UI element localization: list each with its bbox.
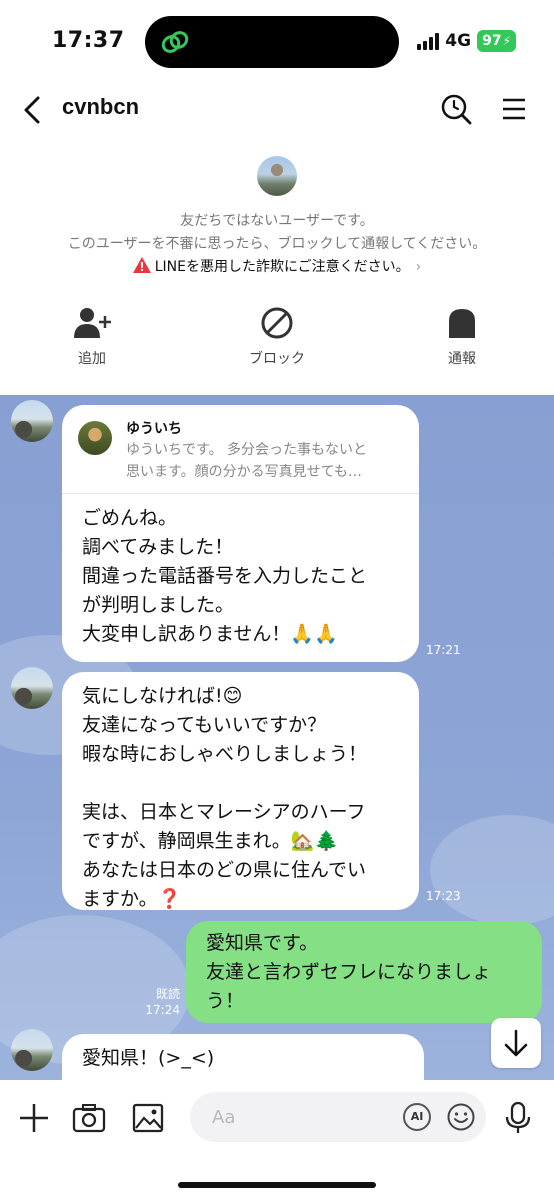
quoted-text-line2: 思います。顔の分かる写真見せても… (126, 464, 362, 480)
notice-line1: 友だちではないユーザーです。 (180, 213, 374, 229)
report-button[interactable]: 通報 (402, 306, 522, 368)
scroll-to-bottom-button[interactable] (491, 1018, 541, 1068)
message-text: 気にしなければ!😊 友達になってもいいですか？ 暇な時におしゃべりしましょう！ … (82, 685, 368, 910)
quoted-reply[interactable]: ゆういち ゆういちです。 多分会った事もないと 思います。顔の分かる写真見せても… (62, 405, 419, 494)
message-bubble[interactable]: 気にしなければ!😊 友達になってもいいですか？ 暇な時におしゃべりしましょう！ … (62, 672, 419, 910)
message-text: ごめんね。 調べてみました！ 間違った電話番号を入力したこと が判明しました。 … (82, 507, 368, 645)
link-icon (161, 31, 189, 53)
warning-text: LINEを悪用した詐欺にご注意ください。 (154, 259, 410, 275)
scam-warning-link[interactable]: LINEを悪用した詐欺にご注意ください。 › (0, 256, 554, 276)
message-time: 17:23 (426, 889, 461, 903)
add-friend-label: 追加 (78, 351, 106, 367)
message-time: 17:21 (426, 643, 461, 657)
message-time: 17:24 (145, 1003, 180, 1017)
quoted-name: ゆういち (126, 421, 182, 437)
plus-icon[interactable] (16, 1100, 52, 1136)
signal-icon (417, 32, 440, 50)
message-bubble-reply[interactable]: ゆういち ゆういちです。 多分会った事もないと 思います。顔の分かる写真見せても… (62, 405, 419, 662)
report-label: 通報 (448, 351, 476, 367)
quoted-avatar (78, 421, 112, 455)
wallpaper-cloud (430, 815, 554, 925)
sender-avatar[interactable] (11, 1029, 53, 1071)
notice-line2: このユーザーを不審に思ったら、ブロックして通報してください。 (67, 236, 487, 252)
status-time: 17:37 (52, 28, 125, 53)
emoji-icon[interactable] (446, 1102, 476, 1132)
ai-icon[interactable]: AI (403, 1103, 431, 1131)
message-text: 愛知県！(>_<) (82, 1047, 215, 1069)
message-text: 愛知県です。 友達と言わずセフレになりましょ う！ (206, 932, 492, 1012)
block-label: ブロック (249, 351, 305, 367)
add-friend-button[interactable]: 追加 (32, 306, 152, 368)
battery-level: 97 (482, 33, 502, 49)
stranger-actions: 追加 ブロック 通報 (0, 306, 554, 376)
sender-avatar[interactable] (11, 400, 53, 442)
message-input-bar: AI (0, 1080, 554, 1200)
status-bar: 17:37 4G 97 ⚡ (0, 0, 554, 84)
back-icon[interactable] (18, 90, 48, 130)
block-icon (261, 307, 293, 339)
dynamic-island (145, 16, 399, 68)
block-button[interactable]: ブロック (217, 306, 337, 368)
chat-title: cvnbcn (62, 94, 140, 119)
network-type: 4G (445, 31, 472, 51)
microphone-icon[interactable] (500, 1100, 536, 1136)
status-indicators: 4G 97 ⚡ (417, 30, 516, 52)
search-history-icon[interactable] (439, 92, 473, 126)
home-indicator (178, 1182, 376, 1188)
battery-icon: 97 ⚡ (477, 30, 516, 52)
camera-icon[interactable] (71, 1100, 107, 1136)
my-message-bubble[interactable]: 愛知県です。 友達と言わずセフレになりましょ う！ (186, 921, 542, 1023)
menu-icon[interactable] (497, 92, 531, 126)
arrow-down-icon (504, 1029, 528, 1057)
warning-icon (132, 257, 151, 273)
chevron-right-icon: › (415, 259, 422, 275)
chat-header: cvnbcn (0, 84, 554, 134)
read-receipt: 既読 (155, 987, 180, 1001)
image-icon[interactable] (130, 1100, 166, 1136)
report-icon (449, 309, 475, 338)
quoted-text-line1: ゆういちです。 多分会った事もないと (126, 442, 368, 458)
contact-avatar[interactable] (257, 156, 297, 196)
message-input[interactable] (190, 1092, 486, 1142)
add-friend-icon (74, 308, 111, 338)
sender-avatar[interactable] (11, 667, 53, 709)
message-bubble[interactable]: 愛知県！(>_<) (62, 1034, 424, 1080)
